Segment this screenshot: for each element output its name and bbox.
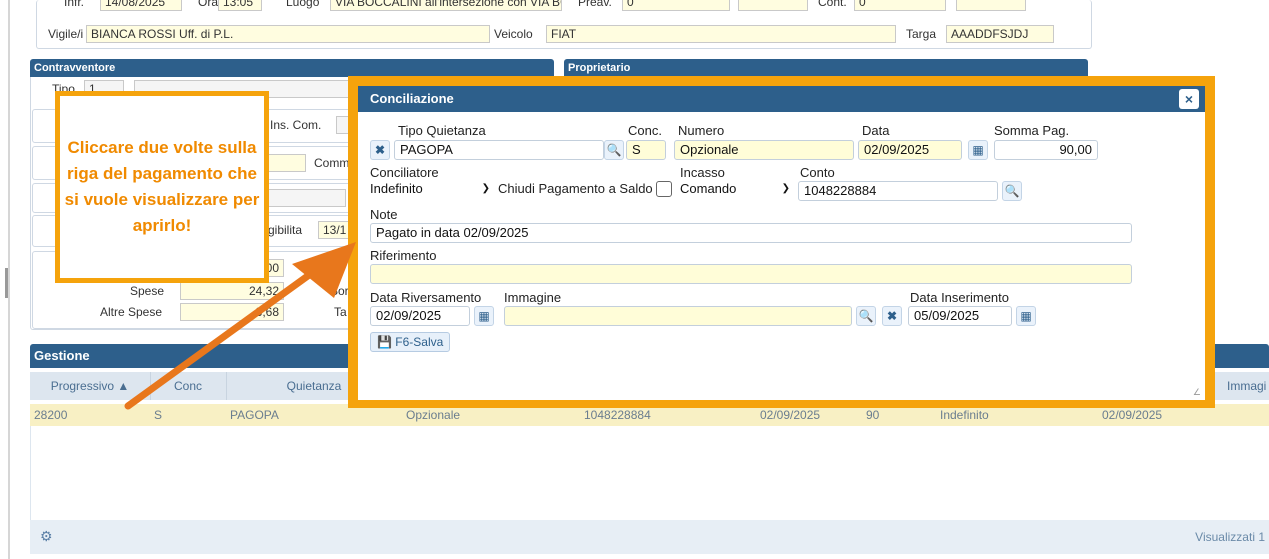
chiudi-pagamento-label: Chiudi Pagamento a Saldo <box>498 181 653 196</box>
riferimento-label: Riferimento <box>370 248 437 263</box>
infr-label: Infr. <box>64 0 85 9</box>
save-button[interactable]: 💾 F6-Salva <box>370 332 451 352</box>
ins-com-label: Ins. Com. <box>270 118 322 132</box>
ora-field[interactable]: 13:05 <box>218 0 262 11</box>
clear-tipo-quietanza-button[interactable]: ✖ <box>370 140 390 160</box>
calendar-inserimento-icon[interactable]: ▦ <box>1016 306 1036 326</box>
somma-field[interactable]: 90,00 <box>994 140 1098 160</box>
vigile-field[interactable]: BIANCA ROSSI Uff. di P.L. <box>86 25 490 43</box>
search-tipo-quietanza-icon[interactable]: 🔍 <box>604 140 624 160</box>
grid-footer: ⚙ Visualizzati 1 <box>30 520 1269 554</box>
conciliatore-label: Conciliatore <box>370 165 439 180</box>
targa-label: Targa <box>906 27 937 41</box>
grid-body-border <box>30 426 1269 520</box>
preav-label: Preav. <box>578 0 612 9</box>
pointer-arrow-icon <box>124 242 356 410</box>
incasso-value: Comando <box>680 181 737 196</box>
veicolo-field[interactable]: FIAT <box>546 25 896 43</box>
modal-title-bar: Conciliazione × <box>358 86 1205 112</box>
data-inserimento-field[interactable]: 05/09/2025 <box>908 306 1012 326</box>
proprietario-header: Proprietario <box>564 59 1088 77</box>
data-inserimento-label: Data Inserimento <box>910 290 1009 305</box>
conciliazione-modal: Conciliazione × Tipo Quietanza ✖ PAGOPA … <box>358 86 1205 400</box>
luogo-field[interactable]: VIA BOCCALINI all'intersezione con VIA B… <box>330 0 562 11</box>
modal-title: Conciliazione <box>370 91 454 106</box>
vigile-label: Vigile/i <box>48 27 84 41</box>
cont-label: Cont. <box>818 0 847 9</box>
record-count: Visualizzati 1 <box>1195 530 1265 544</box>
chevron-down-icon: ❯ <box>781 183 790 194</box>
note-field[interactable]: Pagato in data 02/09/2025 <box>370 223 1132 243</box>
tipo-quietanza-label: Tipo Quietanza <box>398 123 486 138</box>
extra-field[interactable] <box>956 0 1026 11</box>
clear-immagine-button[interactable]: ✖ <box>882 306 902 326</box>
gear-icon[interactable]: ⚙ <box>40 528 53 545</box>
sub-box-3-field[interactable] <box>262 189 346 207</box>
tipo-quietanza-field[interactable]: PAGOPA <box>394 140 604 160</box>
save-label: F6-Salva <box>395 335 444 349</box>
preav-field[interactable]: 0 <box>622 0 730 11</box>
contravventore-header: Contravventore <box>30 59 554 77</box>
data-label: Data <box>862 123 890 138</box>
calendar-riversamento-icon[interactable]: ▦ <box>474 306 494 326</box>
close-icon[interactable]: × <box>1179 89 1199 109</box>
numero-field[interactable]: Opzionale <box>674 140 854 160</box>
save-icon: 💾 <box>377 335 392 349</box>
infr-field[interactable]: 14/08/2025 <box>100 0 182 11</box>
targa-field[interactable]: AAADDFSJDJ <box>946 25 1054 43</box>
luogo-label: Luogo <box>286 0 320 9</box>
comm-label: Comm <box>314 156 350 170</box>
incasso-select[interactable]: Comando ❯ <box>680 179 792 199</box>
conto-field[interactable]: 1048228884 <box>798 181 998 201</box>
conc-label: Conc. <box>628 123 662 138</box>
somma-label: Somma Pag. <box>994 123 1070 138</box>
numero-label: Numero <box>678 123 725 138</box>
data-riversamento-label: Data Riversamento <box>370 290 482 305</box>
chevron-down-icon: ❯ <box>481 183 490 194</box>
conc-field[interactable]: S <box>626 140 666 160</box>
conto-label: Conto <box>800 165 835 180</box>
data-riversamento-field[interactable]: 02/09/2025 <box>370 306 470 326</box>
conciliatore-value: Indefinito <box>370 181 423 196</box>
cell-progressivo: 28200 <box>34 408 68 422</box>
left-edge-mark <box>5 268 8 298</box>
riferimento-field[interactable] <box>370 264 1132 284</box>
data-field[interactable]: 02/09/2025 <box>858 140 962 160</box>
left-edge-line <box>8 0 10 559</box>
conciliatore-select[interactable]: Indefinito ❯ <box>370 179 492 199</box>
resize-handle[interactable]: ∠ <box>1193 387 1201 398</box>
immagine-label: Immagine <box>504 290 562 305</box>
search-immagine-icon[interactable]: 🔍 <box>856 306 876 326</box>
calendar-data-icon[interactable]: ▦ <box>968 140 988 160</box>
veicolo-label: Veicolo <box>494 27 533 41</box>
immagine-field[interactable] <box>504 306 852 326</box>
incasso-label: Incasso <box>680 165 725 180</box>
ora-label: Ora <box>198 0 219 9</box>
note-label: Note <box>370 207 398 222</box>
col-header-immagine[interactable]: Immagi <box>1214 372 1269 400</box>
chiudi-pagamento-checkbox[interactable] <box>656 181 672 197</box>
search-conto-icon[interactable]: 🔍 <box>1002 181 1022 201</box>
blank-field[interactable] <box>738 0 808 11</box>
cont-field[interactable]: 0 <box>854 0 946 11</box>
